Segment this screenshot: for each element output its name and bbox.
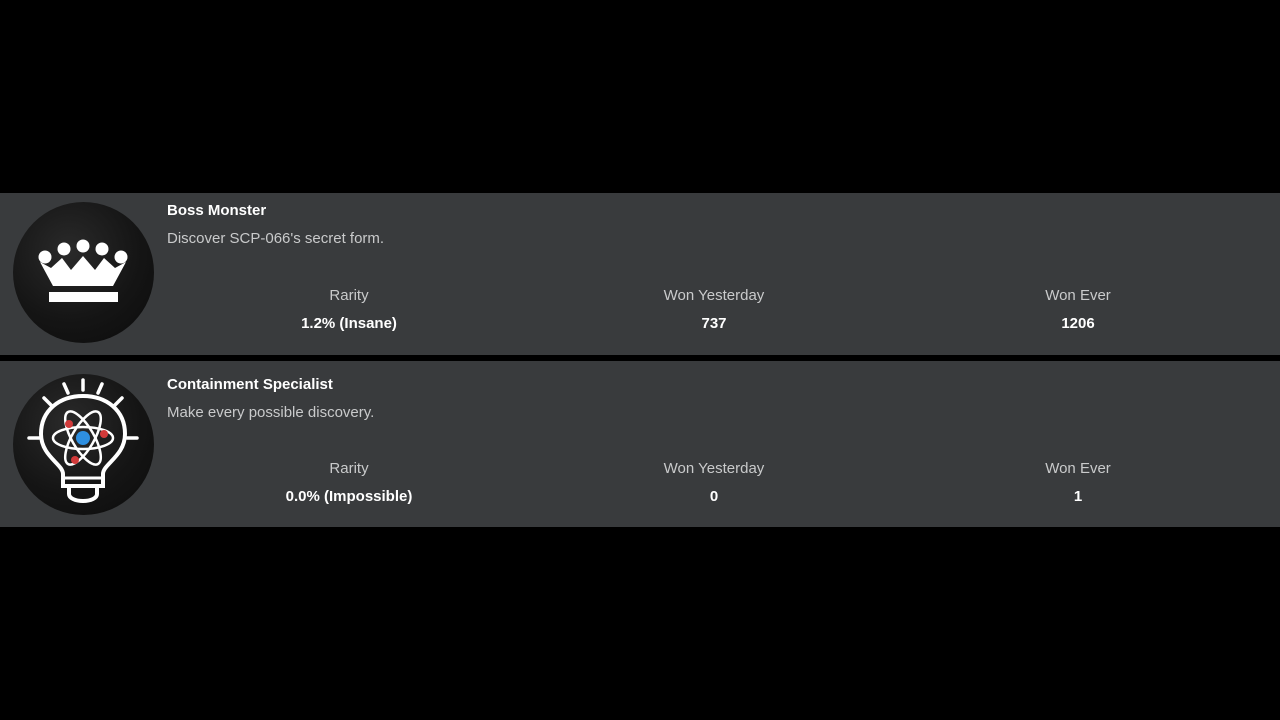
stat-rarity: Rarity 1.2% (Insane) — [229, 287, 469, 333]
stat-won-ever: Won Ever 1 — [958, 460, 1198, 506]
badge-title[interactable]: Boss Monster — [167, 202, 266, 219]
stat-won-yesterday-label: Won Yesterday — [663, 460, 765, 477]
stat-rarity: Rarity 0.0% (Impossible) — [229, 460, 469, 506]
stat-won-ever-label: Won Ever — [1045, 460, 1111, 477]
stat-won-ever-value: 1 — [1073, 488, 1083, 505]
badge-row-containment-specialist: Containment Specialist Make every possib… — [0, 361, 1280, 527]
crown-icon — [38, 239, 128, 302]
badge-image-containment-specialist[interactable] — [13, 374, 154, 515]
stat-won-yesterday-label: Won Yesterday — [663, 287, 765, 304]
badge-title[interactable]: Containment Specialist — [167, 376, 333, 393]
stat-rarity-label: Rarity — [329, 460, 369, 477]
stat-won-yesterday: Won Yesterday 737 — [594, 287, 834, 333]
stat-won-yesterday-value: 737 — [701, 315, 727, 332]
stat-won-ever-value: 1206 — [1061, 315, 1095, 332]
stat-rarity-label: Rarity — [329, 287, 369, 304]
lightbulb-atom-icon — [27, 378, 139, 504]
stat-won-ever-label: Won Ever — [1045, 287, 1111, 304]
stat-won-ever: Won Ever 1206 — [958, 287, 1198, 333]
badge-description: Make every possible discovery. — [167, 404, 375, 421]
badge-list: Boss Monster Discover SCP-066's secret f… — [0, 193, 1280, 527]
stat-rarity-value: 0.0% (Impossible) — [285, 488, 413, 505]
badge-description: Discover SCP-066's secret form. — [167, 230, 385, 247]
stat-won-yesterday-value: 0 — [709, 488, 719, 505]
stat-won-yesterday: Won Yesterday 0 — [594, 460, 834, 506]
badge-row-boss-monster: Boss Monster Discover SCP-066's secret f… — [0, 193, 1280, 355]
badge-image-boss-monster[interactable] — [13, 202, 154, 343]
stat-rarity-value: 1.2% (Insane) — [301, 315, 397, 332]
